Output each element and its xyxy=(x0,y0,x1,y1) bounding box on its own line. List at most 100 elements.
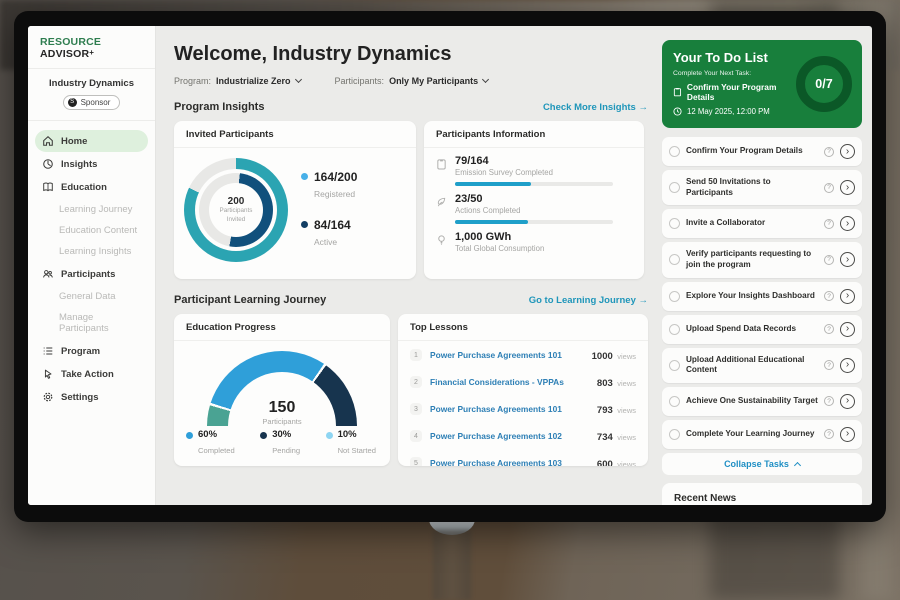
legend-item-active: 84/164 Active xyxy=(301,218,357,250)
sidebar-item-learning-insights[interactable]: Learning Insights xyxy=(28,241,155,262)
stat-value: 23/50 xyxy=(455,193,613,205)
legend-item-completed: 60% Completed xyxy=(186,429,235,458)
check-more-insights-link[interactable]: Check More Insights → xyxy=(543,102,648,113)
sidebar-item-home[interactable]: Home xyxy=(35,130,148,152)
insights-icon xyxy=(42,158,54,170)
task-row[interactable]: Send 50 Invitations to Participants ? › xyxy=(662,170,862,205)
donut-center-label: Participants Invited xyxy=(214,207,258,223)
chevron-right-icon[interactable]: › xyxy=(840,322,855,337)
task-checkbox[interactable] xyxy=(669,218,680,229)
legend-value: 10% xyxy=(338,429,376,440)
chevron-right-icon[interactable]: › xyxy=(840,144,855,159)
help-icon[interactable]: ? xyxy=(824,147,834,157)
monitor-bezel: RESOURCE ADVISOR+ Industry Dynamics S Sp… xyxy=(14,11,886,522)
donut-legend: 164/200 Registered 84/164 Active xyxy=(301,170,357,250)
help-icon[interactable]: ? xyxy=(824,183,834,193)
task-checkbox[interactable] xyxy=(669,396,680,407)
help-icon[interactable]: ? xyxy=(824,219,834,229)
page-title: Welcome, Industry Dynamics xyxy=(174,43,648,66)
task-row[interactable]: Verify participants requesting to join t… xyxy=(662,242,862,277)
stat-progress-fill xyxy=(455,182,531,186)
program-insights-heading: Program Insights xyxy=(174,101,264,113)
link-label: Go to Learning Journey xyxy=(529,295,636,306)
task-label: Send 50 Invitations to Participants xyxy=(686,177,818,198)
sponsor-badge[interactable]: S Sponsor xyxy=(63,95,121,110)
collapse-tasks-label: Collapse Tasks xyxy=(724,459,789,469)
donut-center-value: 200 xyxy=(228,196,245,207)
legend-dot xyxy=(301,221,308,228)
chevron-right-icon[interactable]: › xyxy=(840,358,855,373)
go-to-learning-journey-link[interactable]: Go to Learning Journey → xyxy=(529,295,648,306)
task-row[interactable]: Confirm Your Program Details ? › xyxy=(662,137,862,166)
chevron-right-icon[interactable]: › xyxy=(840,216,855,231)
lesson-views: 734 xyxy=(597,432,613,443)
chevron-down-icon xyxy=(294,76,301,83)
lesson-views-word: views xyxy=(617,352,636,361)
task-row[interactable]: Complete Your Learning Journey ? › xyxy=(662,420,862,449)
lesson-link[interactable]: Power Purchase Agreements 101 xyxy=(430,404,597,414)
task-checkbox[interactable] xyxy=(669,360,680,371)
clipboard-icon xyxy=(673,87,682,97)
help-icon[interactable]: ? xyxy=(824,360,834,370)
learning-journey-header: Participant Learning Journey Go to Learn… xyxy=(174,294,648,306)
collapse-tasks-link[interactable]: Collapse Tasks xyxy=(662,453,862,475)
program-filter-value: Industrialize Zero xyxy=(216,76,291,86)
task-label: Upload Spend Data Records xyxy=(686,324,818,335)
sidebar-item-manage-participants[interactable]: Manage Participants xyxy=(28,307,155,339)
sponsor-badge-label: Sponsor xyxy=(81,98,111,107)
task-checkbox[interactable] xyxy=(669,146,680,157)
lesson-link[interactable]: Power Purchase Agreements 103 xyxy=(430,458,597,466)
task-checkbox[interactable] xyxy=(669,291,680,302)
stat-consumption: 1,000 GWh Total Global Consumption xyxy=(424,224,644,253)
participants-filter[interactable]: Participants: Only My Participants xyxy=(335,76,489,86)
task-checkbox[interactable] xyxy=(669,254,680,265)
help-icon[interactable]: ? xyxy=(824,396,834,406)
help-icon[interactable]: ? xyxy=(824,429,834,439)
sidebar-item-insights[interactable]: Insights xyxy=(35,153,148,175)
sidebar-item-participants[interactable]: Participants xyxy=(35,263,148,285)
brand-primary: RESOURCE xyxy=(40,36,101,48)
task-label: Achieve One Sustainability Target xyxy=(686,396,818,407)
sidebar-item-general-data[interactable]: General Data xyxy=(28,286,155,307)
lesson-link[interactable]: Financial Considerations - VPPAs xyxy=(430,377,597,387)
sidebar-item-label: Program xyxy=(61,346,100,357)
program-filter-label: Program: xyxy=(174,76,211,86)
card-title: Education Progress xyxy=(174,314,390,341)
sidebar-item-education-content[interactable]: Education Content xyxy=(28,220,155,241)
task-checkbox[interactable] xyxy=(669,429,680,440)
program-filter[interactable]: Program: Industrialize Zero xyxy=(174,76,301,86)
education-icon xyxy=(42,181,54,193)
sidebar-item-learning-journey[interactable]: Learning Journey xyxy=(28,199,155,220)
sidebar-item-settings[interactable]: Settings xyxy=(35,386,148,408)
lesson-link[interactable]: Power Purchase Agreements 102 xyxy=(430,431,597,441)
lesson-link[interactable]: Power Purchase Agreements 101 xyxy=(430,350,592,360)
lightbulb-icon xyxy=(436,234,447,246)
task-row[interactable]: Invite a Collaborator ? › xyxy=(662,209,862,238)
task-row[interactable]: Explore Your Insights Dashboard ? › xyxy=(662,282,862,311)
help-icon[interactable]: ? xyxy=(824,324,834,334)
sidebar-item-take-action[interactable]: Take Action xyxy=(35,363,148,385)
clock-icon xyxy=(673,107,682,116)
legend-item-not-started: 10% Not Started xyxy=(326,429,376,458)
stat-value: 1,000 GWh xyxy=(455,231,544,243)
chevron-right-icon[interactable]: › xyxy=(840,180,855,195)
chevron-right-icon[interactable]: › xyxy=(840,252,855,267)
education-gauge-chart: 150 Participants xyxy=(207,351,357,417)
legend-label: Pending xyxy=(272,446,300,455)
help-icon[interactable]: ? xyxy=(824,255,834,265)
legend-label: Completed xyxy=(198,446,235,455)
task-checkbox[interactable] xyxy=(669,324,680,335)
top-lessons-card: Top Lessons 1 Power Purchase Agreements … xyxy=(398,314,648,466)
legend-item-pending: 30% Pending xyxy=(260,429,300,458)
survey-icon xyxy=(436,158,447,170)
task-row[interactable]: Achieve One Sustainability Target ? › xyxy=(662,387,862,416)
task-checkbox[interactable] xyxy=(669,182,680,193)
help-icon[interactable]: ? xyxy=(824,291,834,301)
chevron-right-icon[interactable]: › xyxy=(840,427,855,442)
task-row[interactable]: Upload Spend Data Records ? › xyxy=(662,315,862,344)
chevron-right-icon[interactable]: › xyxy=(840,289,855,304)
task-row[interactable]: Upload Additional Educational Content ? … xyxy=(662,348,862,383)
sidebar-item-program[interactable]: Program xyxy=(35,340,148,362)
chevron-right-icon[interactable]: › xyxy=(840,394,855,409)
sidebar-item-education[interactable]: Education xyxy=(35,176,148,198)
